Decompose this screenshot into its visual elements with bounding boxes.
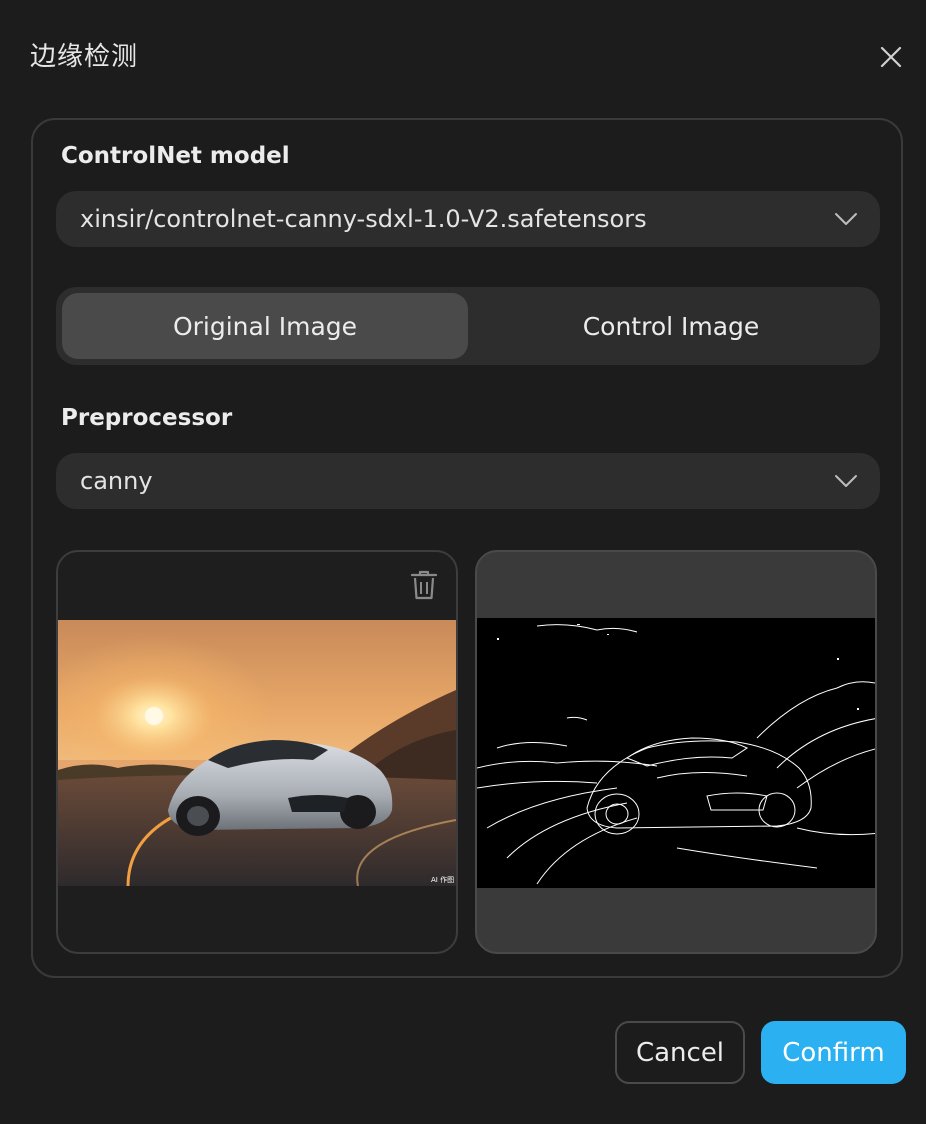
tab-control-image[interactable]: Control Image (468, 293, 874, 359)
confirm-button[interactable]: Confirm (761, 1021, 906, 1084)
original-image-card: AI 作图 (56, 550, 458, 954)
controlnet-model-value: xinsir/controlnet-canny-sdxl-1.0-V2.safe… (80, 205, 647, 233)
preprocessor-label: Preprocessor (61, 405, 233, 431)
dialog-title: 边缘检测 (30, 42, 139, 72)
trash-icon[interactable] (409, 569, 439, 601)
preprocessor-select[interactable]: canny (56, 453, 880, 509)
preprocessor-value: canny (80, 467, 153, 495)
control-image-card (475, 550, 877, 954)
image-view-tabs: Original Image Control Image (56, 287, 880, 365)
close-button[interactable] (874, 40, 908, 74)
close-icon (880, 46, 902, 68)
chevron-down-icon (835, 475, 857, 487)
controlnet-model-label: ControlNet model (61, 143, 290, 169)
edge-detection-dialog: 边缘检测 ControlNet model xinsir/controlnet-… (0, 0, 926, 1124)
canny-edge-image (477, 618, 875, 888)
cancel-button[interactable]: Cancel (615, 1021, 745, 1084)
watermark-text: AI 作图 (431, 875, 454, 884)
tab-original-image[interactable]: Original Image (62, 293, 468, 359)
controlnet-model-select[interactable]: xinsir/controlnet-canny-sdxl-1.0-V2.safe… (56, 191, 880, 247)
chevron-down-icon (835, 213, 857, 225)
original-car-photo: AI 作图 (58, 620, 456, 886)
